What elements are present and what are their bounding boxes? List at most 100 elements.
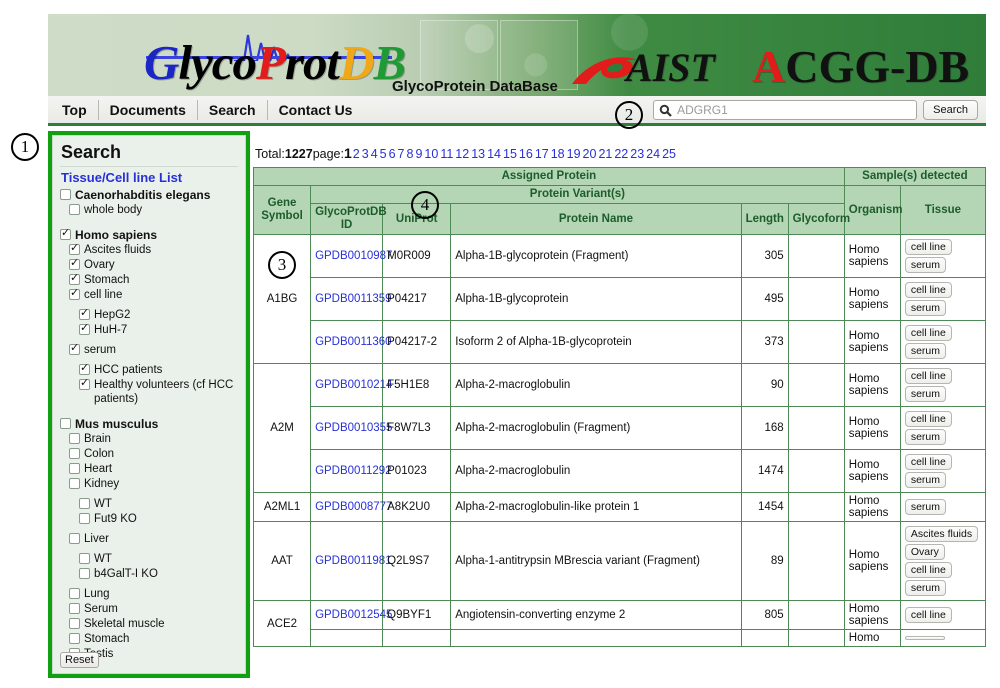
checkbox-with-glycoform[interactable] [60, 673, 71, 674]
cell-glycoprotdb-id[interactable]: GPDB0010987 [310, 234, 392, 278]
facet-tissue-row[interactable]: Liver [69, 532, 238, 546]
cell-glycoprotdb-id[interactable]: GPDB0010214 [310, 363, 392, 407]
page-link-15[interactable]: 15 [503, 147, 517, 161]
glycoprotdb-id-link[interactable]: GPDB0010355 [315, 422, 392, 434]
tissue-tag[interactable] [904, 636, 945, 640]
checkbox-healthy-volunteers-cf-hcc-patients[interactable] [79, 377, 90, 390]
tissue-tag[interactable]: serum [904, 472, 947, 488]
glycoprotdb-id-link[interactable]: GPDB0008777 [315, 501, 392, 513]
page-link-20[interactable]: 20 [583, 147, 597, 161]
page-link-9[interactable]: 9 [415, 147, 422, 161]
glycoprotdb-id-link[interactable]: GPDB0010987 [315, 250, 392, 262]
nav-item-documents[interactable]: Documents [99, 99, 198, 120]
tissue-tag[interactable]: cell line [904, 607, 952, 623]
tissue-tag[interactable]: cell line [904, 411, 952, 427]
checkbox-ascites-fluids[interactable] [69, 242, 80, 255]
cell-glycoprotdb-id[interactable]: GPDB0008777 [310, 492, 392, 522]
tissue-tag[interactable]: cell line [904, 282, 952, 298]
facet-tissue-row[interactable]: Lung [69, 587, 238, 601]
facet-tissue-row[interactable]: Brain [69, 432, 238, 446]
page-link-4[interactable]: 4 [371, 147, 378, 161]
facet-tissue-row[interactable]: Stomach [69, 272, 238, 287]
checkbox-colon[interactable] [69, 448, 80, 459]
search-input[interactable] [677, 102, 912, 118]
facet-tissue-row[interactable]: b4GalT-I KO [79, 567, 238, 581]
glycoprotdb-id-link[interactable]: GPDB0011359 [315, 293, 392, 305]
cell-gene-symbol[interactable]: A2ML1 [252, 492, 312, 522]
facet-tissue-row[interactable]: Heart [69, 462, 238, 476]
checkbox-cell-line[interactable] [69, 287, 80, 300]
checkbox-b4galt-i-ko[interactable] [79, 568, 90, 579]
glycoprotdb-id-link[interactable]: GPDB0011292 [315, 465, 392, 477]
page-link-5[interactable]: 5 [380, 147, 387, 161]
checkbox-hepg2[interactable] [79, 307, 90, 320]
checkbox-stomach[interactable] [69, 272, 80, 285]
page-link-6[interactable]: 6 [389, 147, 396, 161]
checkbox-skeletal-muscle[interactable] [69, 618, 80, 629]
cell-glycoprotdb-id[interactable]: GPDB0010355 [310, 406, 392, 450]
facet-tissue-row[interactable]: HuH-7 [79, 322, 238, 337]
facet-tissue-row[interactable]: Serum [69, 602, 238, 616]
page-link-18[interactable]: 18 [551, 147, 565, 161]
checkbox-lung[interactable] [69, 588, 80, 599]
cell-glycoprotdb-id[interactable]: GPDB0011981 [310, 521, 392, 601]
facet-tissue-row[interactable]: HCC patients [79, 362, 238, 377]
checkbox-serum[interactable] [69, 603, 80, 614]
tissue-tag[interactable]: Ovary [904, 544, 945, 560]
tissue-tag[interactable]: cell line [904, 325, 952, 341]
checkbox-huh-7[interactable] [79, 322, 90, 335]
tissue-tag[interactable]: serum [904, 343, 947, 359]
page-link-25[interactable]: 25 [662, 147, 676, 161]
checkbox-homo-sapiens[interactable] [60, 227, 71, 240]
tissue-cell-line-list-link[interactable]: Tissue/Cell line List [61, 170, 238, 185]
page-link-22[interactable]: 22 [614, 147, 628, 161]
facet-tissue-row[interactable]: cell line [69, 287, 238, 302]
facet-tissue-row[interactable]: whole body [69, 203, 238, 217]
cell-glycoprotdb-id[interactable]: GPDB0012545 [310, 600, 392, 630]
facet-tissue-row[interactable]: serum [69, 342, 238, 357]
page-link-12[interactable]: 12 [455, 147, 469, 161]
facet-tissue-row[interactable]: Colon [69, 447, 238, 461]
checkbox-brain[interactable] [69, 433, 80, 444]
facet-with-glycoform[interactable]: with Glycoform [60, 672, 238, 674]
page-link-24[interactable]: 24 [646, 147, 660, 161]
facet-tissue-row[interactable]: Fut9 KO [79, 512, 238, 526]
glycoprotdb-id-link[interactable]: GPDB0010214 [315, 379, 392, 391]
cell-gene-symbol[interactable]: A2M [252, 363, 312, 493]
checkbox-fut9-ko[interactable] [79, 513, 90, 524]
page-link-16[interactable]: 16 [519, 147, 533, 161]
tissue-tag[interactable]: cell line [904, 368, 952, 384]
tissue-tag[interactable]: serum [904, 429, 947, 445]
checkbox-wt[interactable] [79, 553, 90, 564]
page-link-17[interactable]: 17 [535, 147, 549, 161]
tissue-tag[interactable]: serum [904, 580, 947, 596]
page-link-19[interactable]: 19 [567, 147, 581, 161]
cell-glycoprotdb-id[interactable] [310, 629, 384, 647]
cell-glycoprotdb-id[interactable]: GPDB0011292 [310, 449, 392, 493]
checkbox-mus-musculus[interactable] [60, 418, 71, 429]
page-link-3[interactable]: 3 [362, 147, 369, 161]
facet-tissue-row[interactable]: Stomach [69, 632, 238, 646]
facet-tissue-row[interactable]: Ascites fluids [69, 242, 238, 257]
tissue-tag[interactable]: serum [904, 300, 947, 316]
cell-gene-symbol[interactable]: AAT [252, 521, 312, 601]
search-button[interactable]: Search [923, 100, 978, 120]
page-link-23[interactable]: 23 [630, 147, 644, 161]
facet-tissue-row[interactable]: HepG2 [79, 307, 238, 322]
facet-tissue-row[interactable]: Healthy volunteers (cf HCC patients) [79, 377, 238, 406]
facet-tissue-row[interactable]: WT [79, 552, 238, 566]
checkbox-heart[interactable] [69, 463, 80, 474]
checkbox-ovary[interactable] [69, 257, 80, 270]
facet-tissue-row[interactable]: Skeletal muscle [69, 617, 238, 631]
cell-gene-symbol[interactable]: ACE2 [252, 600, 312, 647]
tissue-tag[interactable]: Ascites fluids [904, 526, 979, 542]
tissue-tag[interactable]: cell line [904, 562, 952, 578]
checkbox-caenorhabditis-elegans[interactable] [60, 189, 71, 200]
page-link-13[interactable]: 13 [471, 147, 485, 161]
nav-item-contact-us[interactable]: Contact Us [268, 100, 364, 120]
facet-species-row[interactable]: Mus musculus [60, 417, 238, 431]
checkbox-serum[interactable] [69, 342, 80, 355]
facet-species-row[interactable]: Caenorhabditis elegans [60, 188, 238, 202]
checkbox-kidney[interactable] [69, 478, 80, 489]
cell-glycoprotdb-id[interactable]: GPDB0011359 [310, 277, 392, 321]
